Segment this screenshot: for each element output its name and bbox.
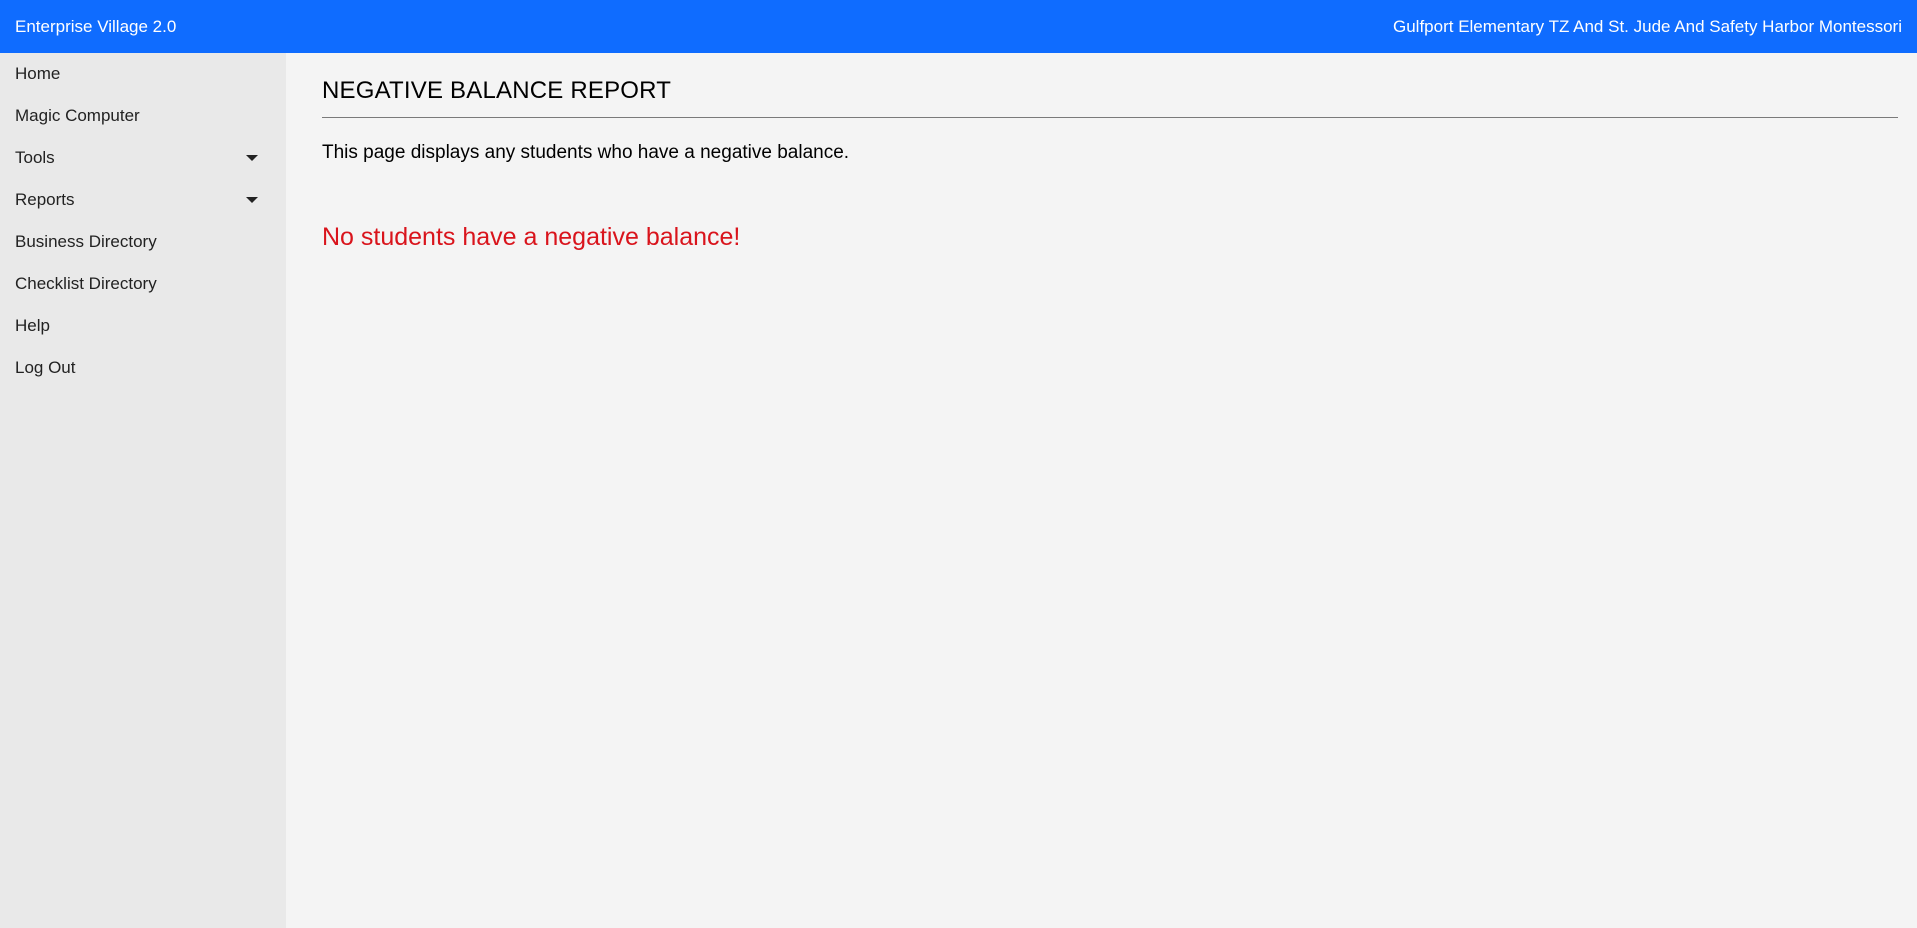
- sidebar-item-label: Home: [15, 64, 61, 83]
- sidebar-item-label: Checklist Directory: [15, 274, 157, 293]
- sidebar-item-tools[interactable]: Tools: [0, 137, 286, 179]
- app-title-link[interactable]: Enterprise Village 2.0: [15, 17, 176, 37]
- sidebar-item-label: Magic Computer: [15, 106, 140, 125]
- title-divider: [322, 117, 1898, 118]
- sidebar-item-label: Business Directory: [15, 232, 157, 251]
- sidebar-item-business-directory[interactable]: Business Directory: [0, 221, 286, 263]
- main-content: NEGATIVE BALANCE REPORT This page displa…: [286, 53, 1917, 928]
- sidebar-item-label: Tools: [15, 148, 55, 167]
- caret-down-icon: [246, 197, 258, 203]
- sidebar-item-home[interactable]: Home: [0, 53, 286, 95]
- top-navbar: Enterprise Village 2.0 Gulfport Elementa…: [0, 0, 1917, 53]
- sidebar-item-checklist-directory[interactable]: Checklist Directory: [0, 263, 286, 305]
- sidebar-item-label: Reports: [15, 190, 75, 209]
- sidebar-item-label: Help: [15, 316, 50, 335]
- page-description: This page displays any students who have…: [322, 142, 850, 163]
- sidebar-item-help[interactable]: Help: [0, 305, 286, 347]
- sidebar-item-magic-computer[interactable]: Magic Computer: [0, 95, 286, 137]
- caret-down-icon: [246, 155, 258, 161]
- empty-state-message: No students have a negative balance!: [322, 223, 741, 251]
- sidebar-item-reports[interactable]: Reports: [0, 179, 286, 221]
- page-title: NEGATIVE BALANCE REPORT: [322, 77, 672, 104]
- sidebar-item-log-out[interactable]: Log Out: [0, 347, 286, 389]
- sidebar-item-label: Log Out: [15, 358, 76, 377]
- sidebar: Home Magic Computer Tools Reports Busine…: [0, 53, 286, 928]
- school-name: Gulfport Elementary TZ And St. Jude And …: [1393, 16, 1902, 36]
